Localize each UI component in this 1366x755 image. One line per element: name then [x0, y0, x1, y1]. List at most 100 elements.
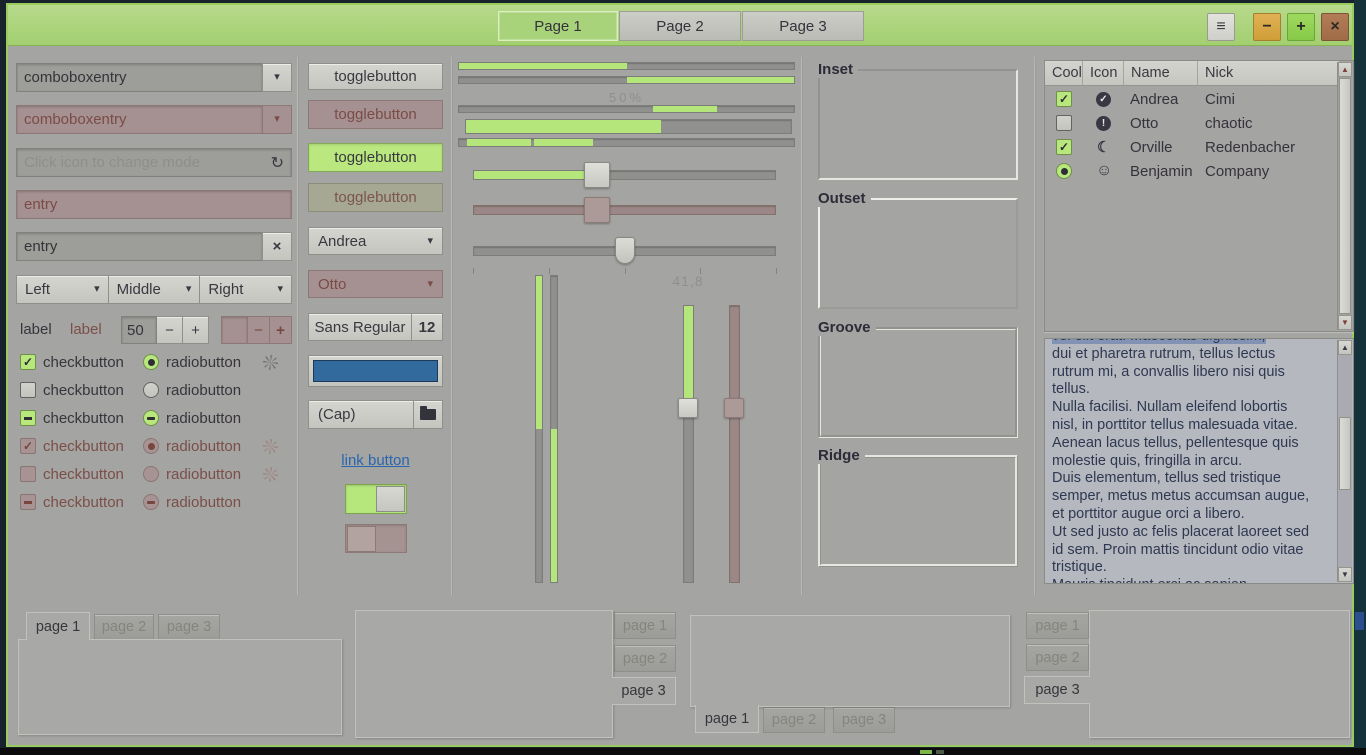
spinner-icon [263, 355, 278, 370]
togglebutton-active[interactable]: togglebutton [308, 143, 443, 172]
checkbutton-label[interactable]: checkbutton [43, 354, 124, 371]
header-tab-page2[interactable]: Page 2 [619, 11, 741, 41]
notebook-bottom-tab-page1[interactable]: page 1 [695, 705, 759, 733]
scroll-up-button[interactable]: ▲ [1338, 62, 1352, 77]
radiobutton-label[interactable]: radiobutton [166, 410, 241, 427]
tree-column-header-nick[interactable]: Nick [1198, 61, 1339, 86]
tree-checkbox-checked[interactable] [1056, 139, 1072, 155]
maximize-button[interactable]: + [1287, 13, 1315, 41]
tree-row[interactable]: ☺ Benjamin Company [1045, 161, 1337, 185]
frame-label-inset: Inset [818, 61, 858, 78]
file-chooser-button[interactable]: (Cap) [308, 400, 443, 429]
combobox-right-value: Right [208, 281, 243, 298]
taskbar-indicator [920, 750, 932, 754]
vscale-value-label: 41,8 [658, 273, 718, 289]
notebook-top-tab-page2[interactable]: page 2 [94, 614, 154, 640]
header-tab-page3[interactable]: Page 3 [742, 11, 864, 41]
check-radio-row: checkbutton radiobutton [20, 410, 284, 430]
notebook-top-tab-page3[interactable]: page 3 [158, 614, 220, 640]
switch-on[interactable] [345, 484, 407, 514]
font-button[interactable]: Sans Regular 12 [308, 313, 443, 341]
mode-entry[interactable]: Click icon to change mode ↻ [16, 148, 292, 177]
checkbutton-label: checkbutton [43, 438, 124, 455]
notebook-left-body [1089, 610, 1350, 738]
hscale-slider[interactable] [615, 237, 635, 264]
tree-row[interactable]: ! Otto chaotic [1045, 113, 1337, 137]
scrollbar-slider[interactable] [1339, 78, 1351, 314]
notebook-left-tab-page3[interactable]: page 3 [1024, 676, 1090, 704]
text-line: dui et pharetra rutrum, tellus lectus [1052, 346, 1333, 364]
hscale[interactable] [469, 162, 780, 188]
textview-scrollbar[interactable]: ▲ ▼ [1337, 340, 1352, 582]
notebook-left-tab-page2[interactable]: page 2 [1026, 644, 1089, 671]
tree-cell-name: Andrea [1130, 91, 1178, 108]
entry-input[interactable]: entry [16, 232, 262, 261]
togglebutton[interactable]: togglebutton [308, 63, 443, 90]
tree-column-header-name[interactable]: Name [1124, 61, 1198, 86]
clear-icon: × [273, 238, 282, 255]
radio-unchecked-disabled [143, 466, 159, 482]
radio-checked[interactable] [143, 354, 159, 370]
radio-unchecked[interactable] [143, 382, 159, 398]
notebook-bottom-tab-page2[interactable]: page 2 [763, 707, 825, 733]
clear-entry-button[interactable]: × [262, 232, 292, 261]
spinbutton-value[interactable]: 50 [121, 316, 157, 344]
color-button[interactable] [308, 355, 443, 387]
tree-radio-checked[interactable] [1056, 163, 1072, 179]
hscale-with-marks[interactable] [469, 235, 780, 275]
close-button[interactable]: × [1321, 13, 1349, 41]
menu-button[interactable]: ≡ [1207, 13, 1235, 41]
tree-row[interactable]: ✓ Andrea Cimi [1045, 89, 1337, 113]
notebook-top-tab-page1[interactable]: page 1 [26, 612, 90, 640]
notebook-left-tab-page1[interactable]: page 1 [1026, 612, 1089, 639]
spinbutton-disabled: − + [221, 316, 292, 344]
comboboxentry-dropdown-button[interactable]: ▾ [262, 63, 292, 92]
combobox-middle[interactable]: Middle▾ [109, 275, 201, 304]
tree-row[interactable]: ☾ Orville Redenbacher [1045, 137, 1337, 161]
notebook-right-tab-page1[interactable]: page 1 [614, 612, 676, 639]
tree-column-header-icon[interactable]: Icon [1083, 61, 1124, 86]
scroll-down-button[interactable]: ▼ [1338, 567, 1352, 582]
link-button[interactable]: link button [308, 452, 443, 470]
combobox-left[interactable]: Left▾ [16, 275, 109, 304]
spin-plus-button[interactable]: + [183, 316, 209, 344]
tree-column-header-cool[interactable]: Cool [1045, 61, 1083, 86]
checkbutton-label[interactable]: checkbutton [43, 382, 124, 399]
checkbox-checked[interactable] [20, 354, 36, 370]
frame-outset [818, 198, 1018, 309]
notebook-bottom-tab-page3[interactable]: page 3 [833, 707, 895, 733]
textview[interactable]: vel elit erat. Maecenas dignissim, dui e… [1044, 338, 1354, 584]
checkbox-mixed[interactable] [20, 410, 36, 426]
scroll-up-button[interactable]: ▲ [1338, 340, 1352, 355]
plus-icon: + [276, 322, 285, 339]
checkbutton-label[interactable]: checkbutton [43, 410, 124, 427]
entry-value: entry [24, 238, 57, 255]
chevron-down-icon: ▾ [274, 114, 280, 125]
scroll-down-button[interactable]: ▼ [1338, 315, 1352, 330]
combobox-right[interactable]: Right▾ [200, 275, 292, 304]
spin-minus-button[interactable]: − [157, 316, 183, 344]
header-tab-page1[interactable]: Page 1 [498, 11, 618, 41]
tree-checkbox-checked[interactable] [1056, 91, 1072, 107]
radiobutton-label: radiobutton [166, 494, 241, 511]
comboboxentry-input[interactable]: comboboxentry [16, 63, 262, 92]
radio-mixed[interactable] [143, 410, 159, 426]
radiobutton-label[interactable]: radiobutton [166, 382, 241, 399]
checkbox-unchecked[interactable] [20, 382, 36, 398]
tree-scrollbar[interactable]: ▲ ▼ [1337, 62, 1352, 330]
switch-knob [347, 526, 376, 552]
vscale[interactable] [678, 305, 698, 583]
refresh-icon[interactable]: ↻ [271, 153, 284, 173]
background-taskbar [0, 748, 1366, 755]
tree-checkbox-unchecked[interactable] [1056, 115, 1072, 131]
minimize-button[interactable]: − [1253, 13, 1281, 41]
hscale-slider[interactable] [584, 162, 610, 188]
hamburger-icon: ≡ [1216, 18, 1225, 36]
vscale-slider[interactable] [678, 398, 698, 418]
radiobutton-label[interactable]: radiobutton [166, 354, 241, 371]
treeview: Cool Icon Name Nick ✓ Andrea Cimi ! Otto… [1044, 60, 1354, 332]
scrollbar-slider[interactable] [1339, 417, 1351, 490]
notebook-right-tab-page3[interactable]: page 3 [612, 677, 676, 705]
combobox-name[interactable]: Andrea▾ [308, 227, 443, 255]
notebook-right-tab-page2[interactable]: page 2 [614, 645, 676, 672]
